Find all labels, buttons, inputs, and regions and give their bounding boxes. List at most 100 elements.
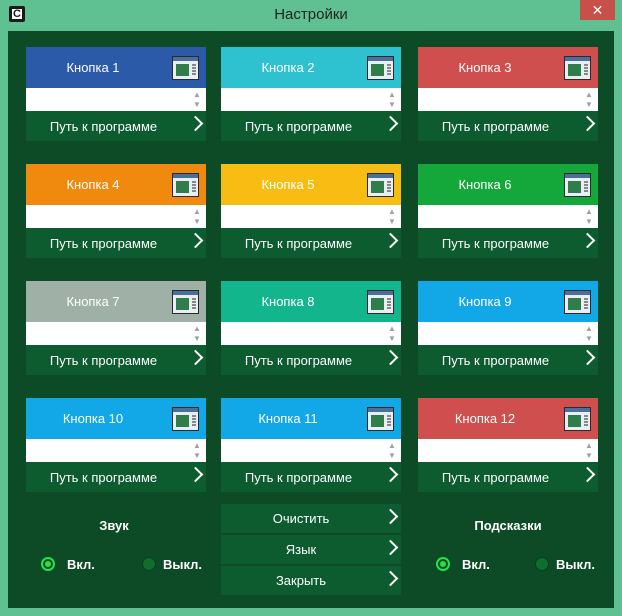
- scroll-down-icon[interactable]: ▼: [193, 451, 201, 460]
- window-icon[interactable]: [172, 407, 199, 431]
- hints-off-radio[interactable]: [535, 557, 549, 571]
- program-path-field-3[interactable]: ▲ ▼: [418, 88, 598, 111]
- scroll-down-icon[interactable]: ▼: [193, 100, 201, 109]
- program-path-button-6[interactable]: Путь к программе: [418, 228, 598, 258]
- scroll-down-icon[interactable]: ▼: [388, 451, 396, 460]
- program-path-label: Путь к программе: [49, 353, 158, 368]
- scroll-down-icon[interactable]: ▼: [585, 100, 593, 109]
- scroll-up-icon[interactable]: ▲: [193, 441, 201, 450]
- sound-off-radio[interactable]: [142, 557, 156, 571]
- program-path-field-7[interactable]: ▲ ▼: [26, 322, 206, 345]
- program-path-field-10[interactable]: ▲ ▼: [26, 439, 206, 462]
- window-icon[interactable]: [564, 290, 591, 314]
- program-path-field-6[interactable]: ▲ ▼: [418, 205, 598, 228]
- scroll-down-icon[interactable]: ▼: [585, 217, 593, 226]
- program-path-field-9[interactable]: ▲ ▼: [418, 322, 598, 345]
- program-path-button-7[interactable]: Путь к программе: [26, 345, 206, 375]
- scroll-up-icon[interactable]: ▲: [585, 207, 593, 216]
- scroll-down-icon[interactable]: ▼: [193, 334, 201, 343]
- scroll-up-icon[interactable]: ▲: [585, 441, 593, 450]
- scroll-up-icon[interactable]: ▲: [193, 90, 201, 99]
- window-icon[interactable]: [172, 173, 199, 197]
- program-path-button-2[interactable]: Путь к программе: [221, 111, 401, 141]
- program-path-button-1[interactable]: Путь к программе: [26, 111, 206, 141]
- program-path-field-8[interactable]: ▲ ▼: [221, 322, 401, 345]
- hints-on-radio[interactable]: [436, 557, 450, 571]
- field-scrollbar[interactable]: ▲ ▼: [189, 439, 206, 462]
- hints-on-label: Вкл.: [462, 557, 490, 572]
- quick-button-4[interactable]: Кнопка 4: [26, 164, 206, 205]
- chevron-right-icon: [382, 349, 399, 366]
- program-path-field-2[interactable]: ▲ ▼: [221, 88, 401, 111]
- window-icon[interactable]: [367, 173, 394, 197]
- window-icon[interactable]: [367, 56, 394, 80]
- scroll-down-icon[interactable]: ▼: [585, 334, 593, 343]
- scroll-up-icon[interactable]: ▲: [585, 324, 593, 333]
- quick-button-9[interactable]: Кнопка 9: [418, 281, 598, 322]
- field-scrollbar[interactable]: ▲ ▼: [384, 322, 401, 345]
- field-scrollbar[interactable]: ▲ ▼: [581, 439, 598, 462]
- window-icon[interactable]: [564, 56, 591, 80]
- close-button[interactable]: Закрыть: [221, 566, 401, 595]
- scroll-down-icon[interactable]: ▼: [585, 451, 593, 460]
- scroll-up-icon[interactable]: ▲: [388, 441, 396, 450]
- program-path-label: Путь к программе: [49, 236, 158, 251]
- scroll-up-icon[interactable]: ▲: [193, 324, 201, 333]
- clear-button[interactable]: Очистить: [221, 504, 401, 533]
- quick-button-12[interactable]: Кнопка 12: [418, 398, 598, 439]
- window-icon[interactable]: [564, 173, 591, 197]
- window-icon[interactable]: [172, 56, 199, 80]
- program-path-field-11[interactable]: ▲ ▼: [221, 439, 401, 462]
- program-path-button-8[interactable]: Путь к программе: [221, 345, 401, 375]
- field-scrollbar[interactable]: ▲ ▼: [581, 322, 598, 345]
- program-path-button-5[interactable]: Путь к программе: [221, 228, 401, 258]
- field-scrollbar[interactable]: ▲ ▼: [189, 88, 206, 111]
- quick-button-2[interactable]: Кнопка 2: [221, 47, 401, 88]
- quick-button-5[interactable]: Кнопка 5: [221, 164, 401, 205]
- window-icon[interactable]: [172, 290, 199, 314]
- program-path-label: Путь к программе: [441, 353, 550, 368]
- chevron-right-icon: [187, 115, 204, 132]
- scroll-down-icon[interactable]: ▼: [388, 334, 396, 343]
- program-path-field-5[interactable]: ▲ ▼: [221, 205, 401, 228]
- program-path-button-12[interactable]: Путь к программе: [418, 462, 598, 492]
- scroll-down-icon[interactable]: ▼: [388, 100, 396, 109]
- window-icon[interactable]: [367, 290, 394, 314]
- language-button[interactable]: Язык: [221, 535, 401, 564]
- field-scrollbar[interactable]: ▲ ▼: [384, 439, 401, 462]
- field-scrollbar[interactable]: ▲ ▼: [581, 205, 598, 228]
- close-window-button[interactable]: ✕: [580, 0, 615, 20]
- quick-button-3[interactable]: Кнопка 3: [418, 47, 598, 88]
- window-icon[interactable]: [564, 407, 591, 431]
- scroll-up-icon[interactable]: ▲: [388, 207, 396, 216]
- quick-button-7[interactable]: Кнопка 7: [26, 281, 206, 322]
- scroll-up-icon[interactable]: ▲: [585, 90, 593, 99]
- program-path-button-4[interactable]: Путь к программе: [26, 228, 206, 258]
- program-path-field-12[interactable]: ▲ ▼: [418, 439, 598, 462]
- scroll-up-icon[interactable]: ▲: [193, 207, 201, 216]
- program-path-button-10[interactable]: Путь к программе: [26, 462, 206, 492]
- field-scrollbar[interactable]: ▲ ▼: [384, 88, 401, 111]
- program-path-button-9[interactable]: Путь к программе: [418, 345, 598, 375]
- scroll-down-icon[interactable]: ▼: [388, 217, 396, 226]
- field-scrollbar[interactable]: ▲ ▼: [384, 205, 401, 228]
- program-path-button-11[interactable]: Путь к программе: [221, 462, 401, 492]
- quick-button-1[interactable]: Кнопка 1: [26, 47, 206, 88]
- program-path-label: Путь к программе: [244, 119, 353, 134]
- quick-button-6[interactable]: Кнопка 6: [418, 164, 598, 205]
- program-path-field-1[interactable]: ▲ ▼: [26, 88, 206, 111]
- scroll-up-icon[interactable]: ▲: [388, 90, 396, 99]
- quick-button-8[interactable]: Кнопка 8: [221, 281, 401, 322]
- program-path-field-4[interactable]: ▲ ▼: [26, 205, 206, 228]
- field-scrollbar[interactable]: ▲ ▼: [189, 205, 206, 228]
- quick-button-label: Кнопка 8: [261, 294, 315, 309]
- quick-button-10[interactable]: Кнопка 10: [26, 398, 206, 439]
- field-scrollbar[interactable]: ▲ ▼: [581, 88, 598, 111]
- scroll-up-icon[interactable]: ▲: [388, 324, 396, 333]
- quick-button-11[interactable]: Кнопка 11: [221, 398, 401, 439]
- window-icon[interactable]: [367, 407, 394, 431]
- scroll-down-icon[interactable]: ▼: [193, 217, 201, 226]
- sound-on-radio[interactable]: [41, 557, 55, 571]
- field-scrollbar[interactable]: ▲ ▼: [189, 322, 206, 345]
- program-path-button-3[interactable]: Путь к программе: [418, 111, 598, 141]
